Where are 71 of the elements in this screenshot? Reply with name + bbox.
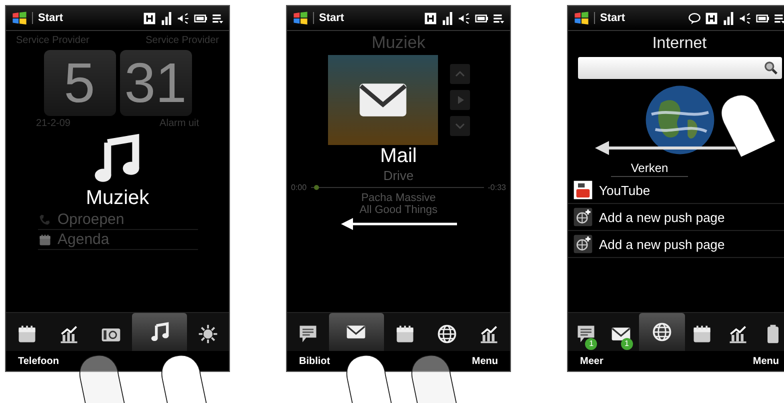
speaker-icon xyxy=(739,12,752,24)
windows-logo-icon[interactable] xyxy=(292,10,309,26)
album-name: All Good Things xyxy=(359,204,438,216)
signal-icon xyxy=(160,12,173,24)
signal-icon xyxy=(441,12,454,24)
panel-label: Mail xyxy=(380,145,417,168)
alarm-label: Alarm uit xyxy=(160,118,199,129)
windows-logo-icon[interactable] xyxy=(11,10,28,26)
music-note-icon xyxy=(148,321,171,343)
elapsed-time: 0:00 xyxy=(291,183,307,192)
date-label: 21-2-09 xyxy=(36,118,70,129)
battery-status-icon xyxy=(475,12,488,24)
tab[interactable] xyxy=(329,313,384,351)
menu-icon[interactable] xyxy=(773,12,784,24)
progress-thumb[interactable] xyxy=(314,185,320,190)
add-globe-icon xyxy=(573,234,593,254)
speaker-icon xyxy=(458,12,471,24)
windows-logo-icon[interactable] xyxy=(573,10,590,26)
left-softkey[interactable]: Bibliot xyxy=(299,356,330,366)
speaker-icon xyxy=(177,12,190,24)
sun-icon xyxy=(196,323,219,345)
menu-icon[interactable] xyxy=(492,12,505,24)
chat-bubble-icon xyxy=(688,12,701,24)
calendar-icon xyxy=(38,232,52,246)
operator-label: Service Provider xyxy=(146,35,219,46)
link-label[interactable]: YouTube xyxy=(599,182,650,198)
clock-hours: 5 xyxy=(44,50,116,116)
panel-label: Muziek xyxy=(86,187,150,210)
globe-icon xyxy=(650,321,673,343)
search-field[interactable] xyxy=(578,57,782,79)
panel-title: Internet xyxy=(652,34,707,54)
link-row[interactable]: Add a new push page xyxy=(568,231,784,258)
h-data-icon xyxy=(424,12,437,24)
message-icon xyxy=(297,323,320,345)
link-label[interactable]: Add a new push page xyxy=(599,210,725,224)
operator-label: Service Provider xyxy=(16,35,90,46)
panel-title: Muziek xyxy=(372,32,426,54)
add-globe-icon xyxy=(573,207,593,227)
right-softkey[interactable]: Menu xyxy=(752,356,779,366)
link-label[interactable]: Add a new push page xyxy=(599,236,725,252)
search-icon[interactable] xyxy=(762,60,778,76)
count-badge: 1 xyxy=(585,338,598,350)
h-data-icon xyxy=(705,12,718,24)
artist-name: Pacha Massive xyxy=(361,192,436,204)
start-label[interactable]: Start xyxy=(313,12,344,24)
start-label[interactable]: Start xyxy=(594,12,626,24)
right-softkey[interactable]: Menu xyxy=(472,356,498,366)
clock-minutes: 31 xyxy=(120,50,192,116)
start-label[interactable]: Start xyxy=(32,12,64,24)
left-softkey[interactable]: Meer xyxy=(580,356,604,366)
battery-status-icon xyxy=(756,12,769,24)
signal-icon xyxy=(722,12,735,24)
chart-icon xyxy=(58,323,80,345)
video-logo-icon xyxy=(573,180,593,200)
remaining-time: -0:33 xyxy=(488,183,506,192)
count-badge: 1 xyxy=(620,338,633,350)
left-softkey[interactable]: Telefoon xyxy=(18,356,59,366)
menu-icon[interactable] xyxy=(211,12,224,24)
link-row[interactable]: Add a new push page xyxy=(568,204,784,231)
swipe-arrow-icon xyxy=(338,218,458,230)
browser-label[interactable]: Verken xyxy=(610,161,688,177)
battery-status-icon xyxy=(194,12,207,24)
calendar-icon xyxy=(16,323,38,345)
tab[interactable] xyxy=(132,313,187,351)
tab[interactable] xyxy=(638,313,685,351)
globe-icon xyxy=(436,323,458,345)
track-title: Drive xyxy=(383,168,414,183)
h-data-icon xyxy=(143,12,156,24)
link-row[interactable]: YouTube xyxy=(568,177,784,204)
calendar-icon xyxy=(691,323,714,345)
phone-icon xyxy=(38,212,52,226)
